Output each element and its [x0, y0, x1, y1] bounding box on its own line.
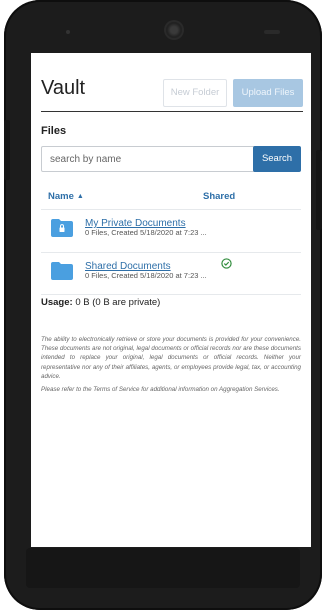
folder-meta: 0 Files, Created 5/18/2020 at 7:23 ...	[85, 271, 207, 280]
app-screen: Vault New Folder Upload Files Files Sear…	[31, 53, 311, 547]
row-divider	[41, 294, 301, 295]
files-section-title: Files	[41, 125, 67, 137]
sort-ascending-icon[interactable]: ▲	[77, 193, 84, 200]
camera-icon	[166, 22, 182, 38]
column-header-shared[interactable]: Shared	[203, 191, 235, 202]
header-divider	[41, 111, 303, 112]
new-folder-button[interactable]: New Folder	[163, 79, 227, 107]
folder-icon	[51, 262, 73, 280]
sensor-icon	[264, 30, 280, 34]
column-header-name[interactable]: Name ▲	[48, 191, 84, 202]
search-input[interactable]	[41, 146, 257, 172]
column-header-name-label: Name	[48, 191, 74, 202]
locked-folder-icon	[51, 219, 73, 237]
table-row[interactable]: Shared Documents 0 Files, Created 5/18/2…	[41, 258, 301, 298]
table-row[interactable]: My Private Documents 0 Files, Created 5/…	[41, 215, 301, 255]
usage-value: 0 B (0 B are private)	[75, 297, 161, 308]
disclaimer-paragraph: The ability to electronically retrieve o…	[41, 336, 301, 380]
phone-frame: Vault New Folder Upload Files Files Sear…	[4, 0, 322, 610]
speaker-icon	[66, 30, 70, 34]
usage-label: Usage:	[41, 297, 73, 308]
upload-files-button[interactable]: Upload Files	[233, 79, 303, 107]
search-button[interactable]: Search	[253, 146, 301, 172]
disclaimer-paragraph: Please refer to the Terms of Service for…	[41, 386, 280, 394]
power-button	[4, 120, 10, 180]
check-circle-icon	[221, 258, 232, 269]
row-divider	[41, 252, 301, 253]
volume-button	[316, 150, 322, 230]
legal-disclaimer: The ability to electronically retrieve o…	[41, 335, 301, 398]
folder-meta: 0 Files, Created 5/18/2020 at 7:23 ...	[85, 228, 207, 237]
storage-usage: Usage: 0 B (0 B are private)	[41, 297, 160, 308]
bottom-bezel	[26, 548, 300, 588]
table-header-divider	[41, 209, 301, 210]
vault-header: Vault New Folder Upload Files	[41, 77, 303, 113]
page-title: Vault	[41, 77, 86, 99]
